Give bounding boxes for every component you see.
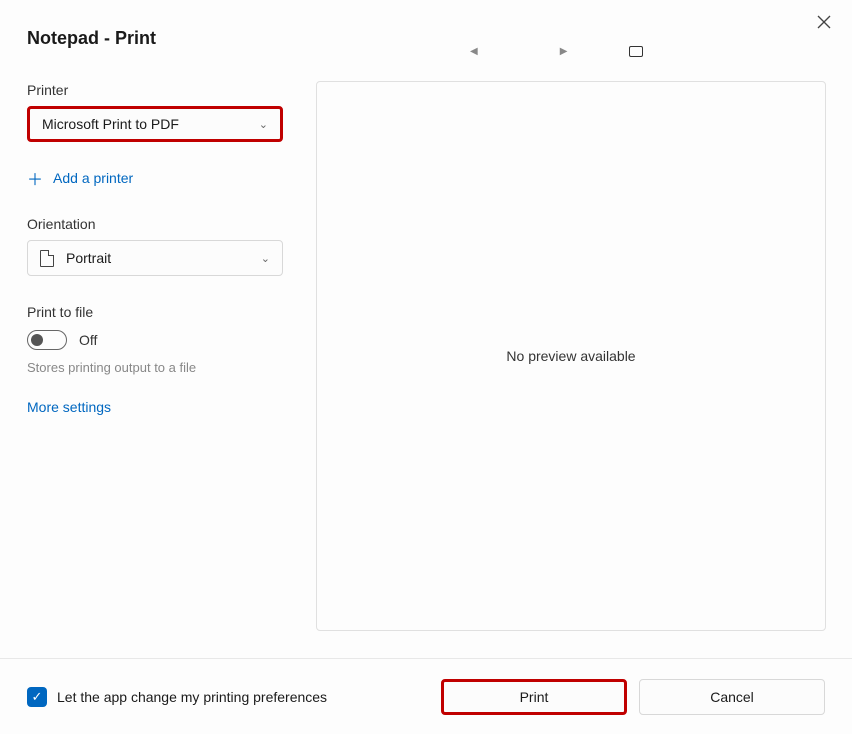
preferences-checkbox[interactable]: ✓ [27,687,47,707]
preferences-checkbox-row: ✓ Let the app change my printing prefere… [27,687,441,707]
cancel-button[interactable]: Cancel [639,679,825,715]
cancel-button-label: Cancel [710,689,754,705]
preview-panel: No preview available [316,81,826,631]
orientation-section: Orientation Portrait ⌄ [27,216,287,276]
add-printer-link[interactable]: ＋ Add a printer [27,166,287,190]
dialog-footer: ✓ Let the app change my printing prefere… [0,658,852,734]
orientation-label: Orientation [27,216,287,232]
checkmark-icon: ✓ [32,689,43,705]
preview-nav: ◀ ▶ [470,46,643,57]
preview-message: No preview available [506,348,635,364]
toggle-knob [31,334,43,346]
printer-selected-value: Microsoft Print to PDF [42,116,179,132]
close-icon [817,15,831,29]
fullscreen-icon[interactable] [629,46,643,57]
portrait-icon [40,250,54,267]
add-printer-text: Add a printer [53,170,133,186]
dialog-title: Notepad - Print [27,28,156,49]
preferences-checkbox-label: Let the app change my printing preferenc… [57,689,327,705]
next-page-button[interactable]: ▶ [560,46,568,57]
chevron-down-icon: ⌄ [261,252,270,265]
print-button[interactable]: Print [441,679,627,715]
print-to-file-section: Print to file Off Stores printing output… [27,304,287,375]
settings-panel: Printer Microsoft Print to PDF ⌄ ＋ Add a… [27,82,287,415]
close-button[interactable] [814,12,834,32]
chevron-down-icon: ⌄ [259,118,268,131]
more-settings-link[interactable]: More settings [27,399,287,415]
print-to-file-toggle[interactable] [27,330,67,350]
prev-page-button[interactable]: ◀ [470,46,478,57]
toggle-state-label: Off [79,332,97,348]
orientation-selected-value: Portrait [66,250,111,266]
print-to-file-help: Stores printing output to a file [27,360,287,375]
print-button-label: Print [520,689,549,705]
printer-select[interactable]: Microsoft Print to PDF ⌄ [27,106,283,142]
printer-label: Printer [27,82,287,98]
footer-buttons: Print Cancel [441,679,825,715]
print-to-file-label: Print to file [27,304,287,320]
orientation-select[interactable]: Portrait ⌄ [27,240,283,276]
plus-icon: ＋ [27,166,43,190]
